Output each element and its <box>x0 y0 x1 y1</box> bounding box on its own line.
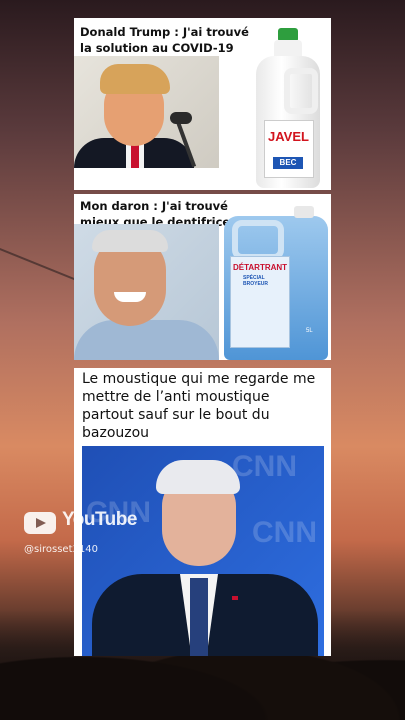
javel-brand: JAVEL <box>268 129 309 144</box>
microphone-icon <box>170 112 192 124</box>
channel-handle: @sirosset3140 <box>24 544 98 555</box>
meme-card-daron: Mon daron : J'ai trouvé mieux que le den… <box>74 194 331 360</box>
biden-photo: CNN CNN CNN CNN <box>82 446 324 656</box>
flag-pin-icon <box>232 596 238 600</box>
detartrant-sub: SPÉCIAL BROYEUR <box>243 275 269 287</box>
smiling-man-photo <box>74 224 219 360</box>
javel-bottle: JAVEL BEC <box>254 28 322 188</box>
bec-tag: BEC <box>273 157 303 169</box>
volume-label: 5L <box>306 328 313 334</box>
trump-photo <box>74 56 219 168</box>
youtube-logo-icon <box>24 512 56 534</box>
meme-caption-3: Le moustique qui me regarde me mettre de… <box>82 371 316 441</box>
cnn-logo-bg: CNN <box>232 450 297 483</box>
cnn-logo-bg: CNN <box>252 516 317 549</box>
detartrant-bottle: DÉTARTRANT SPÉCIAL BROYEUR 5L <box>224 200 328 360</box>
detartrant-label: DÉTARTRANT SPÉCIAL BROYEUR <box>230 256 290 348</box>
detartrant-brand: DÉTARTRANT <box>233 263 288 272</box>
meme-card-trump: Donald Trump : J'ai trouvé la solution a… <box>74 18 331 190</box>
meme-caption-1: Donald Trump : J'ai trouvé la solution a… <box>80 25 249 55</box>
javel-label: JAVEL BEC <box>264 120 314 178</box>
youtube-wordmark: YouTube <box>62 509 137 530</box>
